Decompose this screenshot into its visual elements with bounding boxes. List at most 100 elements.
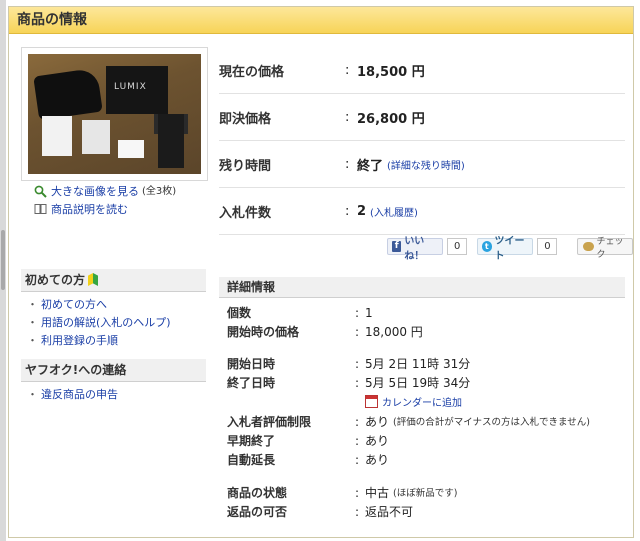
return-label: 返品の可否 bbox=[227, 505, 288, 519]
bid-history-link[interactable]: (入札履歴) bbox=[370, 204, 418, 219]
read-description-link[interactable]: 商品説明を読む bbox=[51, 201, 128, 219]
twitter-bird-icon: t bbox=[482, 241, 492, 252]
colon: : bbox=[355, 376, 360, 390]
detail-row-return: 返品の可否 : 返品不可 bbox=[219, 503, 625, 522]
current-price-row: 現在の価格 : 18,500 円 bbox=[219, 47, 625, 94]
current-price-label: 現在の価格 bbox=[219, 64, 285, 80]
condition-label: 商品の状態 bbox=[227, 486, 288, 500]
auto-extend-value: あり bbox=[365, 453, 390, 467]
report-violation-link[interactable]: 違反商品の申告 bbox=[41, 388, 118, 401]
colon: : bbox=[345, 203, 350, 219]
tweet-label: ツイート bbox=[494, 235, 525, 262]
bid-count-row: 入札件数 : 2 (入札履歴) bbox=[219, 188, 625, 235]
colon: : bbox=[355, 357, 360, 371]
bid-count-label: 入札件数 bbox=[219, 205, 272, 221]
quantity-value: 1 bbox=[365, 306, 373, 320]
buyout-price-value: 26,800 円 bbox=[357, 111, 425, 127]
detail-row-quantity: 個数 : 1 bbox=[219, 304, 625, 323]
condition-note: (ほぼ新品です) bbox=[393, 488, 458, 499]
photo-flash-body bbox=[158, 114, 184, 168]
check-button[interactable]: チェック bbox=[577, 237, 633, 260]
colon: : bbox=[345, 62, 350, 78]
photo-manual bbox=[42, 116, 72, 156]
first-time-link[interactable]: 初めての方へ bbox=[41, 298, 107, 311]
registration-link[interactable]: 利用登録の手順 bbox=[41, 334, 118, 347]
book-icon bbox=[33, 203, 47, 217]
colon: : bbox=[355, 453, 360, 467]
check-icon bbox=[583, 242, 594, 251]
start-date-label: 開始日時 bbox=[227, 357, 276, 371]
rating-limit-value: あり bbox=[365, 415, 390, 429]
beginner-title-text: 初めての方 bbox=[25, 273, 86, 287]
item-photo[interactable]: LUMIX bbox=[28, 54, 201, 174]
time-left-row: 残り時間 : 終了 (詳細な残り時間) bbox=[219, 141, 625, 188]
photo-brand-text: LUMIX bbox=[114, 82, 147, 92]
beginner-links: ・初めての方へ ・用語の解説(入札のヘルプ) ・利用登録の手順 bbox=[27, 298, 171, 347]
scrollbar-thumb[interactable] bbox=[1, 230, 5, 290]
photo-card bbox=[82, 120, 110, 154]
buyout-price-label: 即決価格 bbox=[219, 111, 272, 127]
rating-limit-note: (評価の合計がマイナスの方は入札できません) bbox=[393, 417, 590, 428]
item-links: 大きな画像を見る (全3枚) 商品説明を読む bbox=[33, 183, 176, 219]
early-end-value: あり bbox=[365, 434, 390, 448]
start-price-label: 開始時の価格 bbox=[227, 325, 300, 339]
colon: : bbox=[345, 156, 350, 172]
beginner-box: 初めての方 ・初めての方へ ・用語の解説(入札のヘルプ) ・利用登録の手順 bbox=[21, 269, 206, 350]
condition-value: 中古 bbox=[365, 486, 390, 500]
social-buttons: f いいね！ 0 t ツイート 0 チェック bbox=[387, 236, 633, 262]
like-button[interactable]: f いいね！ bbox=[387, 236, 444, 262]
colon: : bbox=[355, 325, 360, 339]
detail-row-early-end: 早期終了 : あり bbox=[219, 432, 625, 451]
contact-links: ・違反商品の申告 bbox=[27, 388, 118, 401]
early-end-label: 早期終了 bbox=[227, 434, 276, 448]
detail-title: 詳細情報 bbox=[219, 277, 625, 298]
facebook-icon: f bbox=[392, 241, 402, 252]
colon: : bbox=[355, 486, 360, 500]
colon: : bbox=[355, 434, 360, 448]
contact-box: ヤフオク!への連絡 ・違反商品の申告 bbox=[21, 359, 206, 404]
colon: : bbox=[355, 306, 360, 320]
glossary-link[interactable]: 用語の解説(入札のヘルプ) bbox=[41, 316, 171, 329]
panel-title: 商品の情報 bbox=[9, 7, 633, 34]
calendar-link[interactable]: カレンダーに追加 bbox=[382, 394, 462, 409]
image-count: (全3枚) bbox=[142, 186, 177, 197]
return-value: 返品不可 bbox=[365, 505, 414, 519]
calendar-add[interactable]: カレンダーに追加 bbox=[219, 393, 625, 409]
buyout-price-row: 即決価格 : 26,800 円 bbox=[219, 94, 625, 141]
start-date-value: 5月 2日 11時 31分 bbox=[365, 357, 471, 371]
rating-limit-label: 入札者評価制限 bbox=[227, 415, 312, 429]
colon: : bbox=[355, 505, 360, 519]
detail-row-auto-extend: 自動延長 : あり bbox=[219, 451, 625, 470]
large-image-link[interactable]: 大きな画像を見る bbox=[51, 183, 139, 201]
end-date-value: 5月 5日 19時 34分 bbox=[365, 376, 471, 390]
left-scrollbar[interactable] bbox=[0, 0, 6, 541]
end-date-label: 終了日時 bbox=[227, 376, 276, 390]
beginner-title: 初めての方 bbox=[21, 269, 206, 292]
time-left-label: 残り時間 bbox=[219, 158, 272, 174]
detail-row-end-date: 終了日時 : 5月 5日 19時 34分 bbox=[219, 374, 625, 393]
check-label: チェック bbox=[596, 236, 624, 260]
time-left-detail-link[interactable]: (詳細な残り時間) bbox=[387, 157, 465, 172]
tweet-button[interactable]: t ツイート bbox=[477, 236, 534, 262]
auto-extend-label: 自動延長 bbox=[227, 453, 276, 467]
detail-row-rating-limit: 入札者評価制限 : あり (評価の合計がマイナスの方は入札できません) bbox=[219, 413, 625, 432]
detail-info: 詳細情報 個数 : 1 開始時の価格 : 18,000 円 開始日時 : 5月 … bbox=[219, 277, 625, 522]
detail-row-condition: 商品の状態 : 中古 (ほぼ新品です) bbox=[219, 484, 625, 503]
like-label: いいね！ bbox=[404, 235, 425, 262]
time-left-value: 終了 bbox=[357, 158, 384, 174]
item-photo-frame[interactable]: LUMIX bbox=[21, 47, 208, 181]
calendar-icon bbox=[365, 394, 378, 408]
tweet-count: 0 bbox=[537, 238, 558, 255]
price-summary: 現在の価格 : 18,500 円 即決価格 : 26,800 円 残り時間 : … bbox=[219, 47, 625, 235]
item-info-panel: 商品の情報 LUMIX 大きな画像を見る (全3枚) 商品説明を読む 現在の価格… bbox=[8, 6, 634, 538]
photo-pouch bbox=[33, 67, 103, 121]
colon: : bbox=[345, 109, 350, 125]
detail-row-start-price: 開始時の価格 : 18,000 円 bbox=[219, 323, 625, 342]
beginner-mark-icon bbox=[88, 273, 99, 286]
colon: : bbox=[355, 415, 360, 429]
bid-count-value: 2 bbox=[357, 203, 367, 219]
like-count: 0 bbox=[447, 238, 468, 255]
start-price-value: 18,000 円 bbox=[365, 325, 423, 339]
photo-diffuser bbox=[118, 140, 144, 158]
current-price-value: 18,500 円 bbox=[357, 64, 425, 80]
